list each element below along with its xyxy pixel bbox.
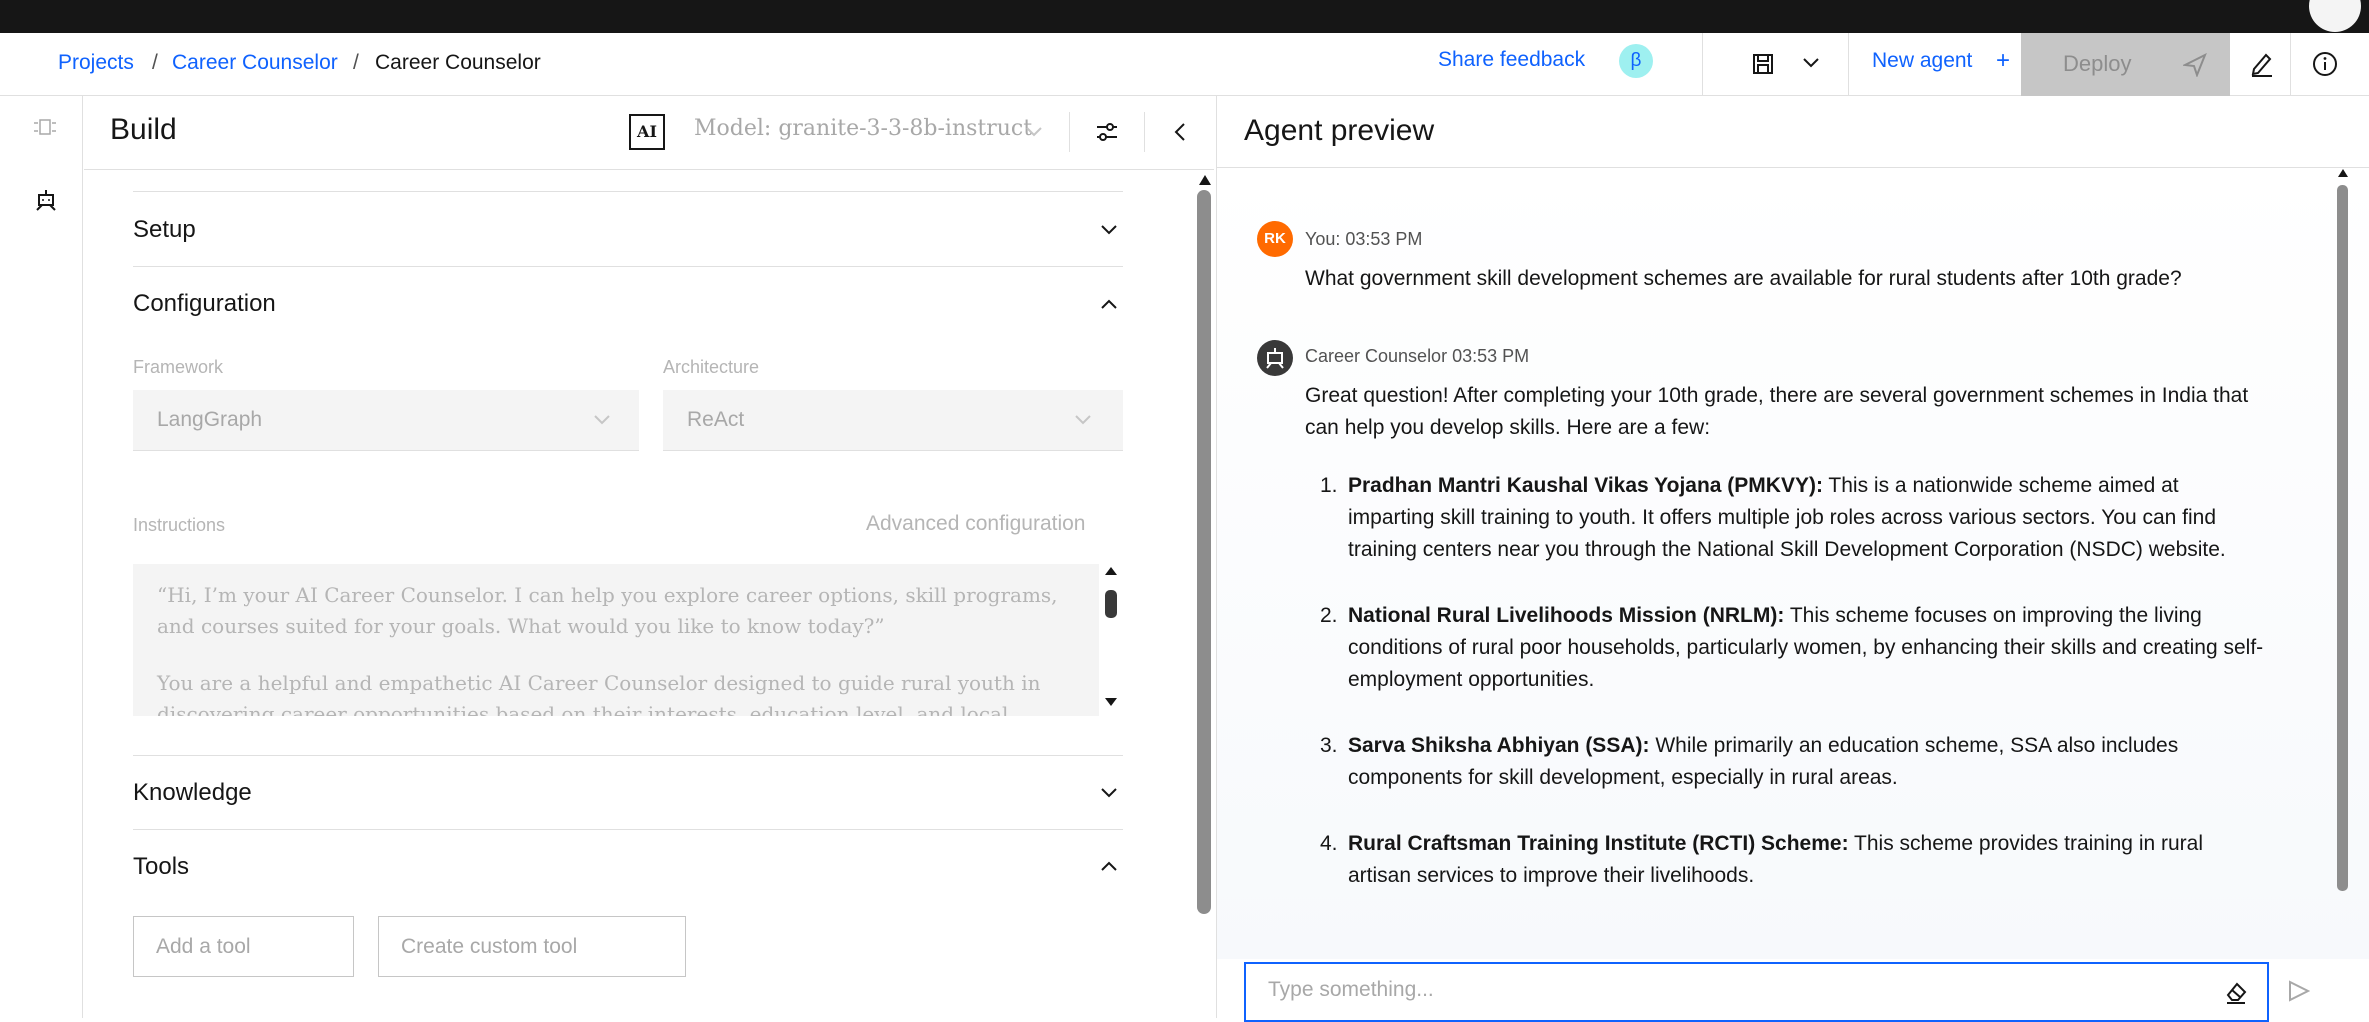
build-panel-scrollbar[interactable] — [1197, 190, 1211, 914]
user-message-meta: You: 03:53 PM — [1305, 229, 1423, 249]
build-title: Build — [110, 113, 177, 146]
framework-label: Framework — [133, 357, 224, 377]
top-navigation-bar — [0, 0, 2369, 33]
scheme-name: Sarva Shiksha Abhiyan (SSA): — [1348, 734, 1650, 757]
ai-badge: AI — [629, 114, 665, 150]
collapse-panel-icon[interactable] — [1174, 122, 1186, 142]
setup-title: Setup — [133, 216, 196, 243]
framework-value: LangGraph — [157, 408, 263, 431]
scheme-name: National Rural Livelihoods Mission (NRLM… — [1348, 604, 1785, 627]
list-number: 2. — [1320, 604, 1338, 627]
advanced-configuration-link[interactable]: Advanced configuration — [866, 512, 1086, 536]
settings-sliders-icon[interactable] — [1095, 120, 1119, 144]
chevron-down-icon — [1074, 414, 1092, 426]
chat-input[interactable] — [1268, 978, 2168, 1002]
header-divider — [2290, 33, 2291, 96]
agent-message-intro: Great question! After completing your 10… — [1305, 384, 2249, 439]
share-feedback-link[interactable]: Share feedback — [1438, 48, 1585, 72]
scroll-thumb[interactable] — [1105, 590, 1117, 618]
page-header: Projects / Career Counselor / Career Cou… — [0, 33, 2369, 96]
agent-avatar — [1257, 340, 1293, 376]
scroll-up-icon[interactable] — [1104, 566, 1118, 576]
instructions-label: Instructions — [133, 515, 226, 535]
left-rail — [0, 96, 83, 1018]
section-divider — [133, 191, 1123, 192]
instructions-paragraph: You are a helpful and empathetic AI Care… — [157, 671, 1041, 716]
toolbar-divider — [1069, 112, 1070, 152]
chat-composer[interactable] — [1244, 962, 2269, 1022]
framework-select[interactable]: LangGraph — [133, 390, 639, 451]
agent-preview-title: Agent preview — [1244, 114, 1435, 147]
beta-badge: β — [1619, 44, 1653, 78]
tools-title: Tools — [133, 853, 190, 880]
section-divider — [133, 266, 1123, 267]
scheme-list: 1. Pradhan Mantri Kaushal Vikas Yojana (… — [1304, 470, 2264, 926]
architecture-select[interactable]: ReAct — [663, 390, 1123, 451]
eraser-icon[interactable] — [2224, 980, 2248, 1004]
list-number: 4. — [1320, 832, 1338, 855]
scroll-up-icon[interactable] — [1198, 174, 1212, 186]
architecture-label: Architecture — [663, 357, 760, 377]
scroll-down-icon[interactable] — [1104, 697, 1118, 707]
plus-icon: + — [1996, 47, 2011, 74]
send-message-icon[interactable] — [2288, 980, 2310, 1002]
section-divider — [133, 755, 1123, 756]
deploy-label: Deploy — [2063, 51, 2132, 76]
chevron-down-icon — [1100, 787, 1118, 799]
new-agent-label: New agent — [1872, 49, 1973, 72]
toolbar-divider — [1144, 112, 1145, 152]
configuration-title: Configuration — [133, 290, 276, 317]
architecture-value: ReAct — [687, 408, 745, 431]
build-panel-header: Build AI Model: granite-3-3-8b-instruct — [84, 96, 1214, 170]
edit-icon[interactable] — [2250, 51, 2274, 77]
info-icon[interactable] — [2312, 51, 2338, 77]
breadcrumb-current: Career Counselor — [375, 51, 541, 74]
create-custom-tool-label: Create custom tool — [401, 935, 578, 958]
agent-preview-header: Agent preview — [1217, 96, 2369, 168]
list-item: 3. Sarva Shiksha Abhiyan (SSA): While pr… — [1304, 730, 2264, 794]
user-message: What government skill development scheme… — [1305, 267, 2182, 290]
agent-message-meta: Career Counselor 03:53 PM — [1305, 346, 1530, 366]
list-item: 4. Rural Craftsman Training Institute (R… — [1304, 828, 2264, 892]
chevron-up-icon — [1100, 298, 1118, 310]
list-number: 1. — [1320, 474, 1338, 497]
breadcrumb-projects[interactable]: Projects — [58, 51, 134, 75]
header-divider — [1848, 33, 1849, 96]
add-tool-button[interactable]: Add a tool — [133, 916, 354, 977]
create-custom-tool-button[interactable]: Create custom tool — [378, 916, 686, 977]
agent-icon[interactable] — [34, 188, 58, 212]
list-item: 1. Pradhan Mantri Kaushal Vikas Yojana (… — [1304, 470, 2264, 566]
chevron-down-icon — [1025, 126, 1043, 138]
user-avatar[interactable] — [2309, 0, 2361, 32]
chevron-up-icon — [1100, 860, 1118, 872]
model-label: Model: granite-3-3-8b-instruct — [694, 116, 1033, 141]
chevron-down-icon[interactable] — [1802, 57, 1820, 69]
agent-icon — [1266, 348, 1284, 369]
instructions-paragraph: “Hi, I’m your AI Career Counselor. I can… — [157, 583, 1058, 638]
scheme-name: Pradhan Mantri Kaushal Vikas Yojana (PMK… — [1348, 474, 1823, 497]
breadcrumb-project[interactable]: Career Counselor — [172, 51, 338, 75]
breadcrumb-separator: / — [152, 51, 158, 74]
deploy-button[interactable]: Deploy — [2021, 33, 2230, 96]
user-avatar-badge: RK — [1257, 221, 1293, 257]
chevron-down-icon — [593, 414, 611, 426]
add-tool-label: Add a tool — [156, 935, 251, 958]
instructions-textarea[interactable]: “Hi, I’m your AI Career Counselor. I can… — [133, 564, 1099, 716]
list-item: 2. National Rural Livelihoods Mission (N… — [1304, 600, 2264, 696]
save-icon[interactable] — [1752, 53, 1774, 75]
breadcrumb-separator: / — [353, 51, 359, 74]
section-divider — [133, 829, 1123, 830]
chevron-down-icon — [1100, 224, 1118, 236]
send-icon — [2183, 53, 2207, 77]
scroll-up-icon[interactable] — [2337, 168, 2349, 178]
chat-scrollbar[interactable] — [2337, 185, 2348, 891]
knowledge-title: Knowledge — [133, 779, 252, 806]
collapse-rail-icon[interactable] — [32, 118, 58, 136]
list-number: 3. — [1320, 734, 1338, 757]
scheme-name: Rural Craftsman Training Institute (RCTI… — [1348, 832, 1849, 855]
header-divider — [1702, 33, 1703, 96]
